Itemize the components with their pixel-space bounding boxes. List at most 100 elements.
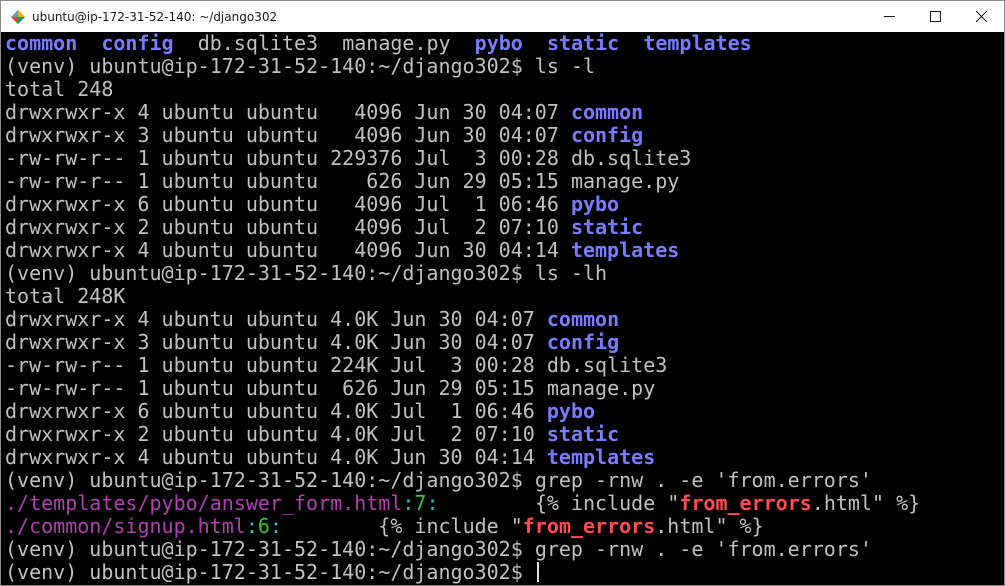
dir-entry: common	[5, 32, 78, 55]
dir-entry: common	[570, 100, 644, 124]
dir-entry: pybo	[546, 399, 596, 423]
file-attributes: drwxrwxr-x 6 ubuntu ubuntu 4096 Jul 1 06…	[5, 192, 571, 216]
grep-separator: :	[269, 514, 282, 538]
listing-row: drwxrwxr-x 3 ubuntu ubuntu 4.0K Jun 30 0…	[5, 331, 1003, 354]
file-entry: manage.py	[546, 376, 656, 400]
grep-separator: :	[426, 491, 439, 515]
dir-entry: static	[570, 215, 644, 239]
grep-line-number: 6	[257, 514, 270, 538]
grep-separator: :	[402, 491, 415, 515]
close-icon	[975, 11, 987, 22]
total-line: total 248	[5, 77, 114, 101]
maximize-icon	[929, 11, 941, 22]
shell-prompt: (venv) ubuntu@ip-172-31-52-140:~/django3…	[5, 468, 535, 492]
terminal-output[interactable]: common config db.sqlite3 manage.py pybo …	[2, 32, 1003, 584]
file-attributes: drwxrwxr-x 2 ubuntu ubuntu 4.0K Jul 2 07…	[5, 422, 547, 446]
file-attributes: -rw-rw-r-- 1 ubuntu ubuntu 626 Jun 29 05…	[5, 376, 547, 400]
file-entry: db.sqlite3	[570, 146, 692, 170]
grep-text: {% include "	[378, 514, 523, 538]
grep-file-path: ./common/signup.html	[5, 514, 246, 538]
file-attributes: drwxrwxr-x 3 ubuntu ubuntu 4.0K Jun 30 0…	[5, 330, 547, 354]
listing-row: drwxrwxr-x 4 ubuntu ubuntu 4.0K Jun 30 0…	[5, 446, 1003, 469]
command-line: (venv) ubuntu@ip-172-31-52-140:~/django3…	[5, 262, 1003, 285]
listing-row: drwxrwxr-x 4 ubuntu ubuntu 4.0K Jun 30 0…	[5, 308, 1003, 331]
command-text: ls -l	[534, 54, 596, 78]
listing-row: drwxrwxr-x 2 ubuntu ubuntu 4096 Jul 2 07…	[5, 216, 1003, 239]
text-cursor	[536, 562, 539, 582]
grep-result-line: ./common/signup.html:6: {% include "from…	[5, 515, 1003, 538]
dir-entry: templates	[643, 32, 752, 55]
listing-row: -rw-rw-r-- 1 ubuntu ubuntu 626 Jun 29 05…	[5, 170, 1003, 193]
listing-row: drwxrwxr-x 6 ubuntu ubuntu 4.0K Jul 1 06…	[5, 400, 1003, 423]
grep-file-path: ./templates/pybo/answer_form.html	[5, 491, 403, 515]
grep-text: .html" %}	[655, 514, 764, 538]
listing-row: -rw-rw-r-- 1 ubuntu ubuntu 229376 Jul 3 …	[5, 147, 1003, 170]
shell-prompt: (venv) ubuntu@ip-172-31-52-140:~/django3…	[5, 54, 535, 78]
file-attributes: drwxrwxr-x 3 ubuntu ubuntu 4096 Jun 30 0…	[5, 123, 571, 147]
active-command-line[interactable]: (venv) ubuntu@ip-172-31-52-140:~/django3…	[5, 561, 1003, 584]
file-attributes: -rw-rw-r-- 1 ubuntu ubuntu 229376 Jul 3 …	[5, 146, 571, 170]
listing-row: -rw-rw-r-- 1 ubuntu ubuntu 224K Jul 3 00…	[5, 354, 1003, 377]
total-line: total 248K	[5, 284, 126, 308]
grep-text: {% include "	[534, 491, 680, 515]
listing-row: drwxrwxr-x 4 ubuntu ubuntu 4096 Jun 30 0…	[5, 101, 1003, 124]
file-attributes: drwxrwxr-x 4 ubuntu ubuntu 4.0K Jun 30 0…	[5, 307, 547, 331]
grep-results: ./templates/pybo/answer_form.html:7: {% …	[5, 492, 1003, 538]
file-attributes: -rw-rw-r-- 1 ubuntu ubuntu 626 Jun 29 05…	[5, 169, 571, 193]
command-line: (venv) ubuntu@ip-172-31-52-140:~/django3…	[5, 469, 1003, 492]
listing-row: drwxrwxr-x 4 ubuntu ubuntu 4096 Jun 30 0…	[5, 239, 1003, 262]
shell-prompt: (venv) ubuntu@ip-172-31-52-140:~/django3…	[5, 560, 535, 584]
file-entry: manage.py	[342, 32, 451, 55]
file-entry: manage.py	[570, 169, 680, 193]
dir-entry: config	[546, 330, 620, 354]
shell-prompt: (venv) ubuntu@ip-172-31-52-140:~/django3…	[5, 537, 535, 561]
ls-l-listing: drwxrwxr-x 4 ubuntu ubuntu 4096 Jun 30 0…	[5, 101, 1003, 262]
dir-entry: pybo	[474, 32, 523, 55]
command-line: (venv) ubuntu@ip-172-31-52-140:~/django3…	[5, 538, 1003, 561]
file-attributes: drwxrwxr-x 4 ubuntu ubuntu 4096 Jun 30 0…	[5, 238, 571, 262]
dir-entry: templates	[546, 445, 656, 469]
dir-entry: templates	[570, 238, 680, 262]
terminal-app-icon	[10, 9, 26, 25]
dir-entry: config	[101, 32, 174, 55]
grep-gap	[282, 514, 378, 538]
listing-row: -rw-rw-r-- 1 ubuntu ubuntu 626 Jun 29 05…	[5, 377, 1003, 400]
maximize-button[interactable]	[912, 1, 958, 32]
dir-entry: static	[546, 32, 620, 55]
dir-entry: config	[570, 123, 644, 147]
title-bar[interactable]: ubuntu@ip-172-31-52-140: ~/django302	[1, 1, 1004, 32]
grep-gap	[439, 491, 535, 515]
window-controls	[866, 1, 1004, 32]
file-attributes: -rw-rw-r-- 1 ubuntu ubuntu 224K Jul 3 00…	[5, 353, 547, 377]
file-attributes: drwxrwxr-x 4 ubuntu ubuntu 4.0K Jun 30 0…	[5, 445, 547, 469]
shell-prompt: (venv) ubuntu@ip-172-31-52-140:~/django3…	[5, 261, 535, 285]
grep-match: from_errors	[679, 491, 812, 515]
file-attributes: drwxrwxr-x 2 ubuntu ubuntu 4096 Jul 2 07…	[5, 215, 571, 239]
close-button[interactable]	[958, 1, 1004, 32]
command-text: grep -rnw . -e 'from.errors'	[534, 468, 872, 492]
minimize-icon	[883, 16, 895, 17]
dir-entry: static	[546, 422, 620, 446]
grep-match: from_errors	[522, 514, 656, 538]
grep-line-number: 7	[414, 491, 427, 515]
grep-separator: :	[245, 514, 258, 538]
listing-row: drwxrwxr-x 2 ubuntu ubuntu 4.0K Jul 2 07…	[5, 423, 1003, 446]
grep-text: .html" %}	[811, 491, 921, 515]
command-text: ls -lh	[534, 261, 608, 285]
grep-result-line: ./templates/pybo/answer_form.html:7: {% …	[5, 492, 1003, 515]
file-attributes: drwxrwxr-x 6 ubuntu ubuntu 4.0K Jul 1 06…	[5, 399, 547, 423]
ls-output-line: common config db.sqlite3 manage.py pybo …	[5, 32, 1003, 55]
minimize-button[interactable]	[866, 1, 912, 32]
dir-entry: common	[546, 307, 620, 331]
file-attributes: drwxrwxr-x 4 ubuntu ubuntu 4096 Jun 30 0…	[5, 100, 571, 124]
command-line: (venv) ubuntu@ip-172-31-52-140:~/django3…	[5, 55, 1003, 78]
dir-entry: pybo	[570, 192, 620, 216]
file-entry: db.sqlite3	[197, 32, 319, 55]
file-entry: db.sqlite3	[546, 353, 668, 377]
terminal-window: ubuntu@ip-172-31-52-140: ~/django302 com…	[0, 0, 1005, 586]
listing-row: drwxrwxr-x 3 ubuntu ubuntu 4096 Jun 30 0…	[5, 124, 1003, 147]
window-title: ubuntu@ip-172-31-52-140: ~/django302	[32, 9, 278, 24]
listing-row: drwxrwxr-x 6 ubuntu ubuntu 4096 Jul 1 06…	[5, 193, 1003, 216]
command-text: grep -rnw . -e 'from.errors'	[534, 537, 872, 561]
ls-lh-listing: drwxrwxr-x 4 ubuntu ubuntu 4.0K Jun 30 0…	[5, 308, 1003, 469]
